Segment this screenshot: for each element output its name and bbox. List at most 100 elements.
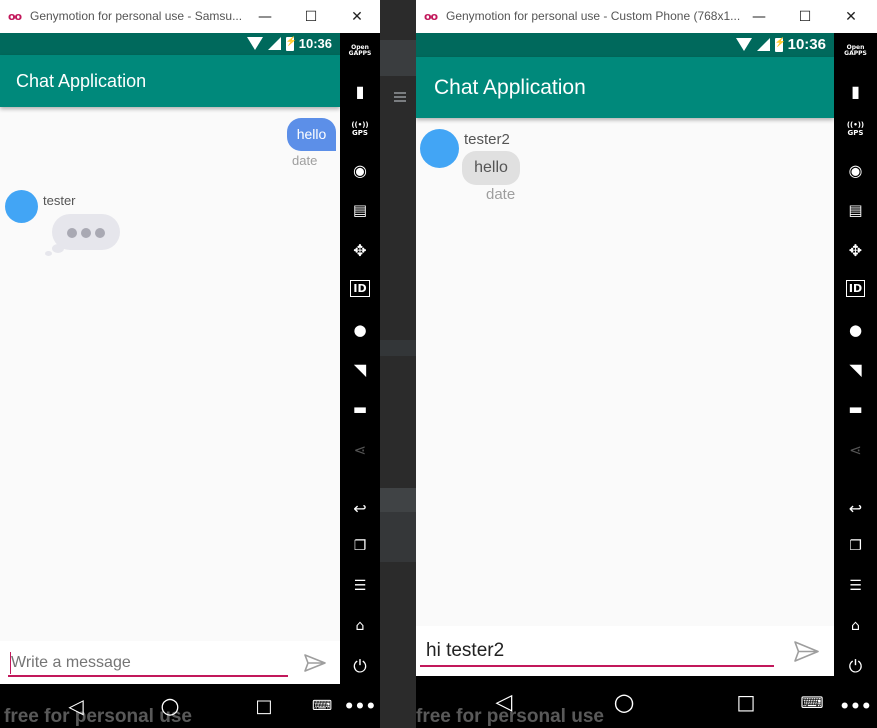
- app-title: Chat Application: [16, 71, 147, 91]
- more-icon[interactable]: •••: [340, 697, 380, 717]
- battery-charging-icon: [774, 37, 786, 52]
- avatar: [420, 129, 459, 168]
- gps-icon[interactable]: ((•)) GPS: [340, 121, 380, 137]
- emulator-window-right: oo Genymotion for personal use - Custom …: [416, 0, 877, 728]
- recents-icon[interactable]: ❐: [340, 538, 380, 554]
- typing-indicator-tail: [45, 251, 52, 256]
- dpad-icon[interactable]: ✥: [834, 241, 877, 260]
- sender-name: tester2: [464, 131, 510, 148]
- rss-icon[interactable]: ◥: [340, 360, 380, 379]
- incoming-message-bubble: hello: [462, 151, 520, 185]
- dpad-icon[interactable]: ✥: [340, 241, 380, 260]
- keyboard-icon[interactable]: ⌨: [792, 676, 832, 728]
- android-nav-bar: ◁ ○ □ ⌨ free for personal use: [416, 676, 834, 728]
- recents-nav-icon[interactable]: □: [726, 676, 766, 728]
- sender-name: tester: [43, 193, 76, 208]
- home-icon[interactable]: ⌂: [340, 618, 380, 634]
- app-bar: Chat Application: [416, 57, 834, 118]
- typing-indicator-tail: [52, 244, 64, 253]
- wifi-icon: [246, 37, 263, 50]
- camera-icon[interactable]: ◉: [340, 161, 380, 180]
- wifi-icon: [735, 38, 752, 51]
- menu-icon[interactable]: ☰: [340, 578, 380, 594]
- send-icon[interactable]: [794, 641, 819, 662]
- message-date: date: [486, 186, 516, 203]
- genymotion-logo-icon: oo: [8, 10, 22, 23]
- watermark: free for personal use: [416, 706, 604, 727]
- home-icon[interactable]: ⌂: [834, 618, 877, 634]
- minimize-button[interactable]: —: [242, 0, 288, 33]
- window-title: Genymotion for personal use - Samsu...: [30, 9, 243, 23]
- list-icon: [394, 92, 406, 102]
- window-title: Genymotion for personal use - Custom Pho…: [446, 9, 741, 23]
- message-input[interactable]: [11, 652, 281, 674]
- message-date: date: [292, 153, 318, 168]
- window-titlebar[interactable]: oo Genymotion for personal use - Custom …: [416, 0, 877, 33]
- disk-icon[interactable]: ●: [340, 321, 380, 339]
- input-underline: [8, 675, 288, 677]
- home-nav-icon[interactable]: ○: [604, 676, 644, 728]
- recents-nav-icon[interactable]: □: [244, 684, 284, 728]
- message-composer: [0, 641, 340, 684]
- camera-icon[interactable]: ◉: [834, 161, 877, 180]
- maximize-button[interactable]: ☐: [288, 0, 334, 33]
- desktop-band: [380, 340, 416, 356]
- disk-icon[interactable]: ●: [834, 321, 877, 339]
- keyboard-icon[interactable]: ⌨: [302, 684, 342, 728]
- minimize-button[interactable]: —: [736, 0, 782, 33]
- power-icon[interactable]: ⏻: [834, 657, 877, 677]
- status-bar: 10:36: [416, 33, 834, 57]
- back-icon[interactable]: ↩: [340, 499, 380, 518]
- desktop-toolbar: [380, 40, 416, 102]
- send-icon[interactable]: [304, 654, 326, 672]
- id-icon[interactable]: ID: [834, 280, 877, 297]
- desktop-band: [380, 512, 416, 562]
- video-icon[interactable]: ▤: [834, 201, 877, 219]
- text-caret: [10, 652, 11, 674]
- window-titlebar[interactable]: oo Genymotion for personal use - Samsu..…: [0, 0, 380, 33]
- id-icon[interactable]: ID: [340, 280, 380, 297]
- status-bar: 10:36: [0, 33, 340, 55]
- outgoing-message-bubble: hello: [287, 118, 336, 151]
- close-button[interactable]: ✕: [828, 0, 874, 33]
- power-icon[interactable]: ⏻: [340, 657, 380, 677]
- message-composer: [416, 626, 834, 676]
- genymotion-logo-icon: oo: [424, 10, 438, 23]
- open-gapps-icon[interactable]: Open GAPPS: [834, 45, 877, 57]
- emulator-window-left: oo Genymotion for personal use - Samsu..…: [0, 0, 380, 728]
- more-icon[interactable]: •••: [834, 697, 877, 717]
- video-icon[interactable]: ▤: [340, 201, 380, 219]
- recents-icon[interactable]: ❐: [834, 538, 877, 554]
- app-bar: Chat Application: [0, 55, 340, 107]
- message-input[interactable]: [426, 638, 766, 664]
- phone-screen: 10:36 Chat Application hello date tester: [0, 33, 340, 684]
- menu-icon[interactable]: ☰: [834, 578, 877, 594]
- share-icon[interactable]: ⋖: [340, 441, 380, 459]
- android-nav-bar: ◁ ○ □ ⌨ free for personal use: [0, 684, 340, 728]
- close-button[interactable]: ✕: [334, 0, 380, 33]
- phone-screen: 10:36 Chat Application tester2 hello dat…: [416, 33, 834, 676]
- status-clock: 10:36: [298, 36, 332, 51]
- sms-icon[interactable]: ▬: [340, 400, 380, 418]
- battery-icon[interactable]: ▮: [340, 82, 380, 101]
- battery-charging-icon: [285, 36, 297, 51]
- gps-icon[interactable]: ((•)) GPS: [834, 121, 877, 137]
- emulator-sidebar: Open GAPPS ▮ ((•)) GPS ◉ ▤ ✥ ID ● ◥ ▬ ⋖ ↩ …: [834, 33, 877, 728]
- battery-icon[interactable]: ▮: [834, 82, 877, 101]
- open-gapps-icon[interactable]: Open GAPPS: [340, 45, 380, 57]
- back-icon[interactable]: ↩: [834, 499, 877, 518]
- maximize-button[interactable]: ☐: [782, 0, 828, 33]
- app-title: Chat Application: [434, 76, 586, 99]
- avatar: [5, 190, 38, 223]
- signal-icon: [756, 38, 770, 51]
- watermark: free for personal use: [4, 706, 192, 727]
- share-icon[interactable]: ⋖: [834, 441, 877, 459]
- signal-icon: [267, 37, 281, 50]
- emulator-sidebar: Open GAPPS ▮ ((•)) GPS ◉ ▤ ✥ ID ● ◥ ▬ ⋖ ↩ …: [340, 33, 380, 728]
- desktop-background: [380, 0, 416, 728]
- input-underline: [420, 665, 774, 667]
- sms-icon[interactable]: ▬: [834, 400, 877, 418]
- rss-icon[interactable]: ◥: [834, 360, 877, 379]
- desktop-band: [380, 488, 416, 512]
- status-clock: 10:36: [787, 36, 826, 53]
